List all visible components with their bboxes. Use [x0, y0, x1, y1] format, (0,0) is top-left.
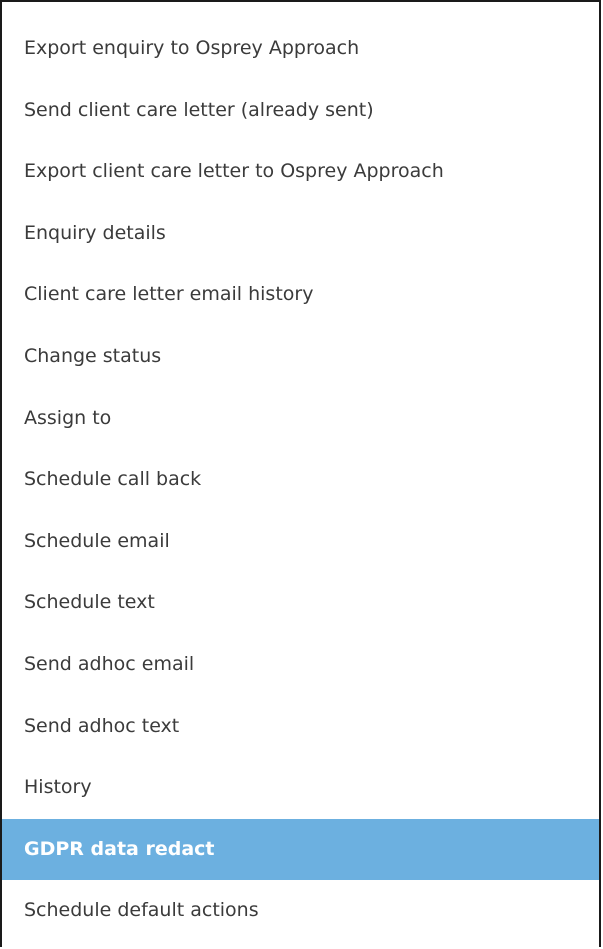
context-menu: Export enquiry to Osprey Approach Send c… [0, 0, 601, 947]
menu-item-client-care-email-history[interactable]: Client care letter email history [2, 264, 599, 326]
menu-item-assign-to[interactable]: Assign to [2, 388, 599, 450]
menu-item-schedule-email[interactable]: Schedule email [2, 511, 599, 573]
menu-item-export-enquiry[interactable]: Export enquiry to Osprey Approach [2, 18, 599, 80]
menu-item-change-status[interactable]: Change status [2, 326, 599, 388]
menu-list: Export enquiry to Osprey Approach Send c… [2, 2, 599, 942]
menu-item-send-client-care-letter[interactable]: Send client care letter (already sent) [2, 80, 599, 142]
menu-item-gdpr-data-redact[interactable]: GDPR data redact [2, 818, 599, 881]
menu-item-export-client-care-letter[interactable]: Export client care letter to Osprey Appr… [2, 141, 599, 203]
menu-item-schedule-default-actions[interactable]: Schedule default actions [2, 880, 599, 942]
menu-item-send-adhoc-email[interactable]: Send adhoc email [2, 634, 599, 696]
menu-item-schedule-call-back[interactable]: Schedule call back [2, 449, 599, 511]
menu-item-send-adhoc-text[interactable]: Send adhoc text [2, 696, 599, 758]
menu-item-enquiry-details[interactable]: Enquiry details [2, 203, 599, 265]
menu-item-history[interactable]: History [2, 757, 599, 819]
menu-item-schedule-text[interactable]: Schedule text [2, 572, 599, 634]
